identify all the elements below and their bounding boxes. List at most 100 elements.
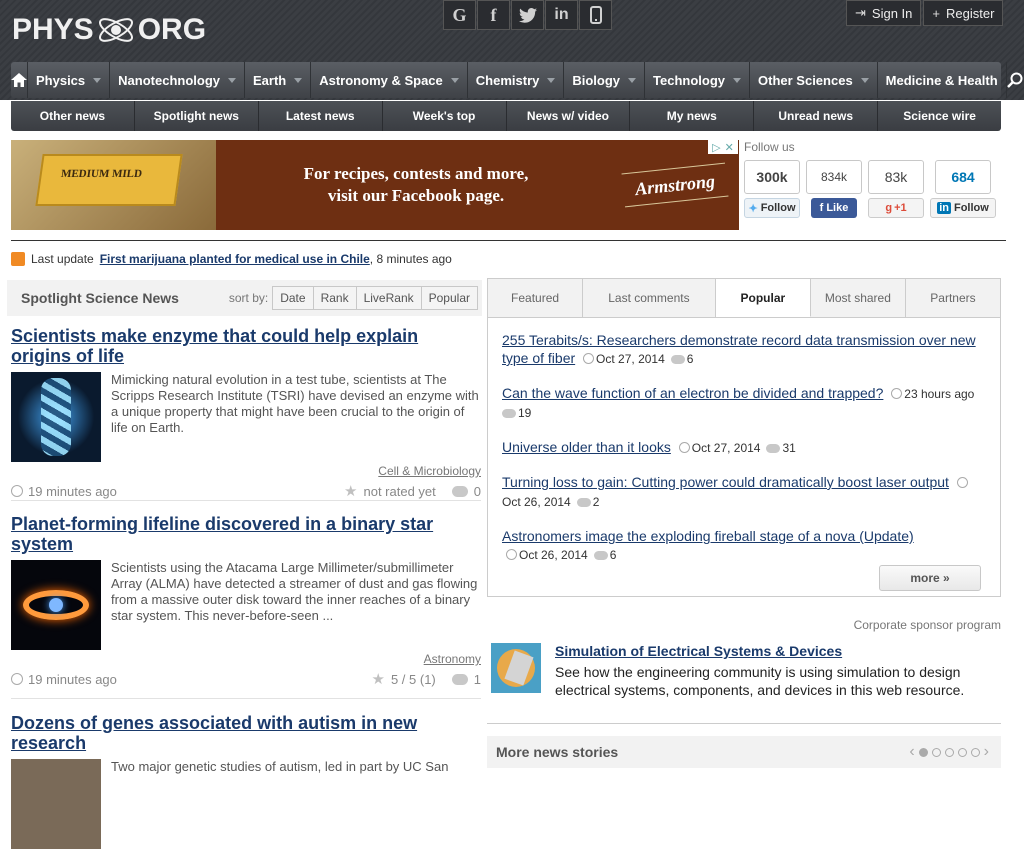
nav-nanotechnology[interactable]: Nanotechnology [110, 62, 245, 98]
nav-label: Nanotechnology [118, 72, 220, 88]
chevron-down-icon [450, 77, 459, 83]
tab-featured[interactable]: Featured [488, 279, 584, 317]
article-thumbnail[interactable] [11, 372, 101, 462]
subnav-latest-news[interactable]: Latest news [259, 101, 383, 131]
popular-title[interactable]: 255 Terabits/s: Researchers demonstrate … [502, 332, 976, 366]
popular-comments: 2 [592, 495, 600, 509]
sort-rank-button[interactable]: Rank [313, 286, 357, 310]
article-thumbnail[interactable] [11, 759, 101, 849]
linkedin-icon[interactable]: in [545, 0, 578, 30]
article-title[interactable]: Dozens of genes associated with autism i… [11, 713, 481, 753]
sign-in-button[interactable]: ⇥ Sign In [846, 0, 922, 26]
main-nav: Physics Nanotechnology Earth Astronomy &… [11, 62, 1023, 98]
home-icon [11, 73, 27, 87]
chevron-down-icon [733, 77, 742, 83]
google-plus-button[interactable]: g +1 [868, 198, 924, 218]
clock-icon [678, 442, 690, 453]
sponsor-image[interactable] [491, 643, 541, 693]
popular-title[interactable]: Universe older than it looks [502, 439, 671, 455]
sort-date-button[interactable]: Date [272, 286, 314, 310]
chevron-down-icon [228, 77, 236, 83]
nav-other-sciences[interactable]: Other Sciences [750, 62, 878, 98]
nav-earth[interactable]: Earth [245, 62, 312, 98]
tab-most-shared[interactable]: Most shared [811, 279, 906, 317]
twitter-icon[interactable] [511, 0, 544, 30]
subnav-science-wire[interactable]: Science wire [878, 101, 1001, 131]
ad-banner[interactable]: MEDIUM MILD For recipes, contests and mo… [11, 140, 739, 230]
subnav-news-video[interactable]: News w/ video [507, 101, 631, 131]
ad-choices[interactable]: ▷ ✕ [708, 140, 738, 154]
article-summary: Scientists using the Atacama Large Milli… [111, 560, 478, 623]
popular-date: Oct 27, 2014 [596, 352, 665, 366]
nav-label: Other Sciences [758, 72, 853, 88]
clock-icon [956, 477, 968, 488]
search-button[interactable] [1006, 62, 1023, 98]
site-logo[interactable]: PHYS ORG [12, 8, 206, 52]
register-button[interactable]: + Register [923, 0, 1004, 26]
subnav-my-news[interactable]: My news [630, 101, 755, 131]
tab-popular[interactable]: Popular [715, 279, 811, 317]
close-icon[interactable]: ✕ [725, 141, 734, 154]
divider [487, 723, 1001, 724]
twitter-follow-button[interactable]: ✦ Follow [744, 198, 800, 218]
nav-astronomy-space[interactable]: Astronomy & Space [311, 62, 468, 98]
tab-last-comments[interactable]: Last comments [583, 279, 716, 317]
facebook-icon[interactable]: f [477, 0, 510, 30]
more-button[interactable]: more » [879, 565, 981, 591]
subnav-other-news[interactable]: Other news [11, 101, 135, 131]
sort-popular-button[interactable]: Popular [421, 286, 478, 310]
popular-date: Oct 27, 2014 [691, 441, 761, 455]
popular-title[interactable]: Astronomers image the exploding fireball… [502, 528, 914, 544]
popular-date: 23 hours ago [904, 387, 975, 401]
carousel-dot[interactable] [970, 747, 980, 757]
last-update-link[interactable]: First marijuana planted for medical use … [100, 252, 370, 266]
chevron-down-icon [628, 77, 637, 83]
carousel-dot[interactable] [918, 747, 928, 757]
article-category[interactable]: Astronomy [11, 652, 481, 666]
subnav-unread-news[interactable]: Unread news [754, 101, 879, 131]
tab-partners[interactable]: Partners [906, 279, 1000, 317]
facebook-like-button[interactable]: f Like [811, 198, 857, 218]
carousel-dot[interactable] [944, 747, 954, 757]
article-comments[interactable]: 1 [474, 672, 481, 687]
popular-title[interactable]: Can the wave function of an electron be … [502, 385, 883, 401]
article-time: 19 minutes ago [28, 483, 117, 499]
sort-by: sort by: Date Rank LiveRank Popular [229, 286, 478, 310]
sponsor-title[interactable]: Simulation of Electrical Systems & Devic… [555, 643, 1001, 659]
nav-technology[interactable]: Technology [645, 62, 751, 98]
carousel-dot[interactable] [931, 747, 941, 757]
article-thumbnail[interactable] [11, 560, 101, 650]
linkedin-follow-button[interactable]: in Follow [930, 198, 996, 218]
clock-icon [583, 353, 595, 364]
chevron-right-icon[interactable]: › [984, 743, 989, 761]
chevron-left-icon[interactable]: ‹ [909, 743, 914, 761]
nav-physics[interactable]: Physics [28, 62, 111, 98]
popular-comments: 6 [609, 548, 617, 562]
google-plus-count: 83k [868, 160, 924, 194]
sort-by-label: sort by: [228, 291, 269, 305]
sign-in-icon: ⇥ [855, 5, 866, 20]
subnav-weeks-top[interactable]: Week's top [383, 101, 507, 131]
subnav-spotlight-news[interactable]: Spotlight news [135, 101, 259, 131]
nav-biology[interactable]: Biology [564, 62, 646, 98]
carousel-dot[interactable] [957, 747, 967, 757]
mobile-icon[interactable] [579, 0, 612, 30]
popular-date: Oct 26, 2014 [519, 548, 588, 562]
article-title[interactable]: Scientists make enzyme that could help e… [11, 326, 481, 366]
spotlight-title: Spotlight Science News [21, 290, 179, 306]
logo-text-left: PHYS [12, 13, 94, 46]
google-plus-icon[interactable]: G [443, 0, 476, 30]
nav-chemistry[interactable]: Chemistry [468, 62, 565, 98]
home-button[interactable] [11, 62, 28, 98]
ad-line-1: For recipes, contests and more, [303, 164, 529, 183]
rss-icon[interactable] [11, 252, 25, 266]
article-summary: Mimicking natural evolution in a test tu… [111, 372, 479, 435]
sort-liverank-button[interactable]: LiveRank [356, 286, 422, 310]
article-comments[interactable]: 0 [474, 484, 481, 499]
ad-brand-logo: Armstrong [621, 162, 729, 208]
article-rating: 5 / 5 (1) [390, 671, 436, 687]
article-category[interactable]: Cell & Microbiology [11, 464, 481, 478]
nav-medicine-health[interactable]: Medicine & Health [878, 62, 1007, 98]
popular-title[interactable]: Turning loss to gain: Cutting power coul… [502, 474, 949, 490]
article-title[interactable]: Planet-forming lifeline discovered in a … [11, 514, 481, 554]
